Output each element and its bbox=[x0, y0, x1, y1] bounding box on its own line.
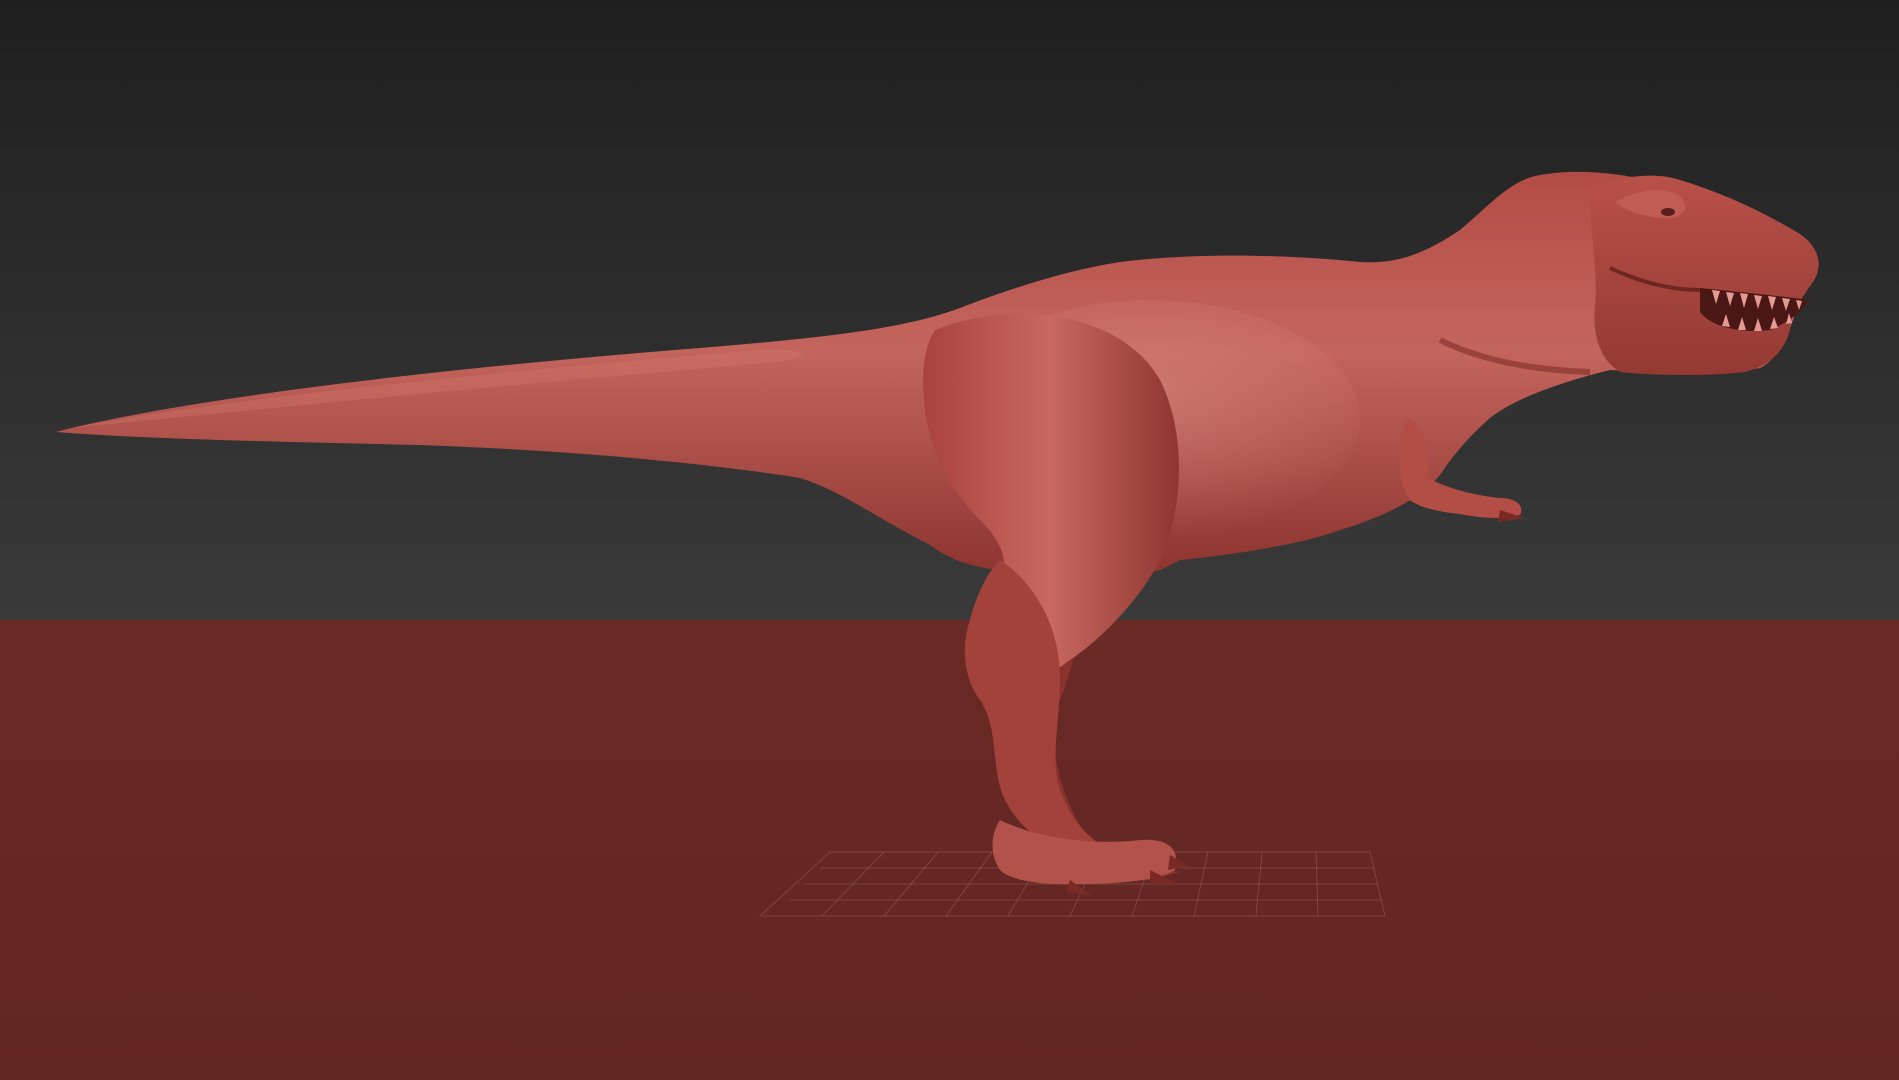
dinosaur-eye bbox=[1661, 208, 1675, 216]
viewport-canvas[interactable] bbox=[0, 0, 1899, 1080]
3d-viewport[interactable] bbox=[0, 0, 1899, 1080]
ground-plane bbox=[0, 620, 1899, 1080]
